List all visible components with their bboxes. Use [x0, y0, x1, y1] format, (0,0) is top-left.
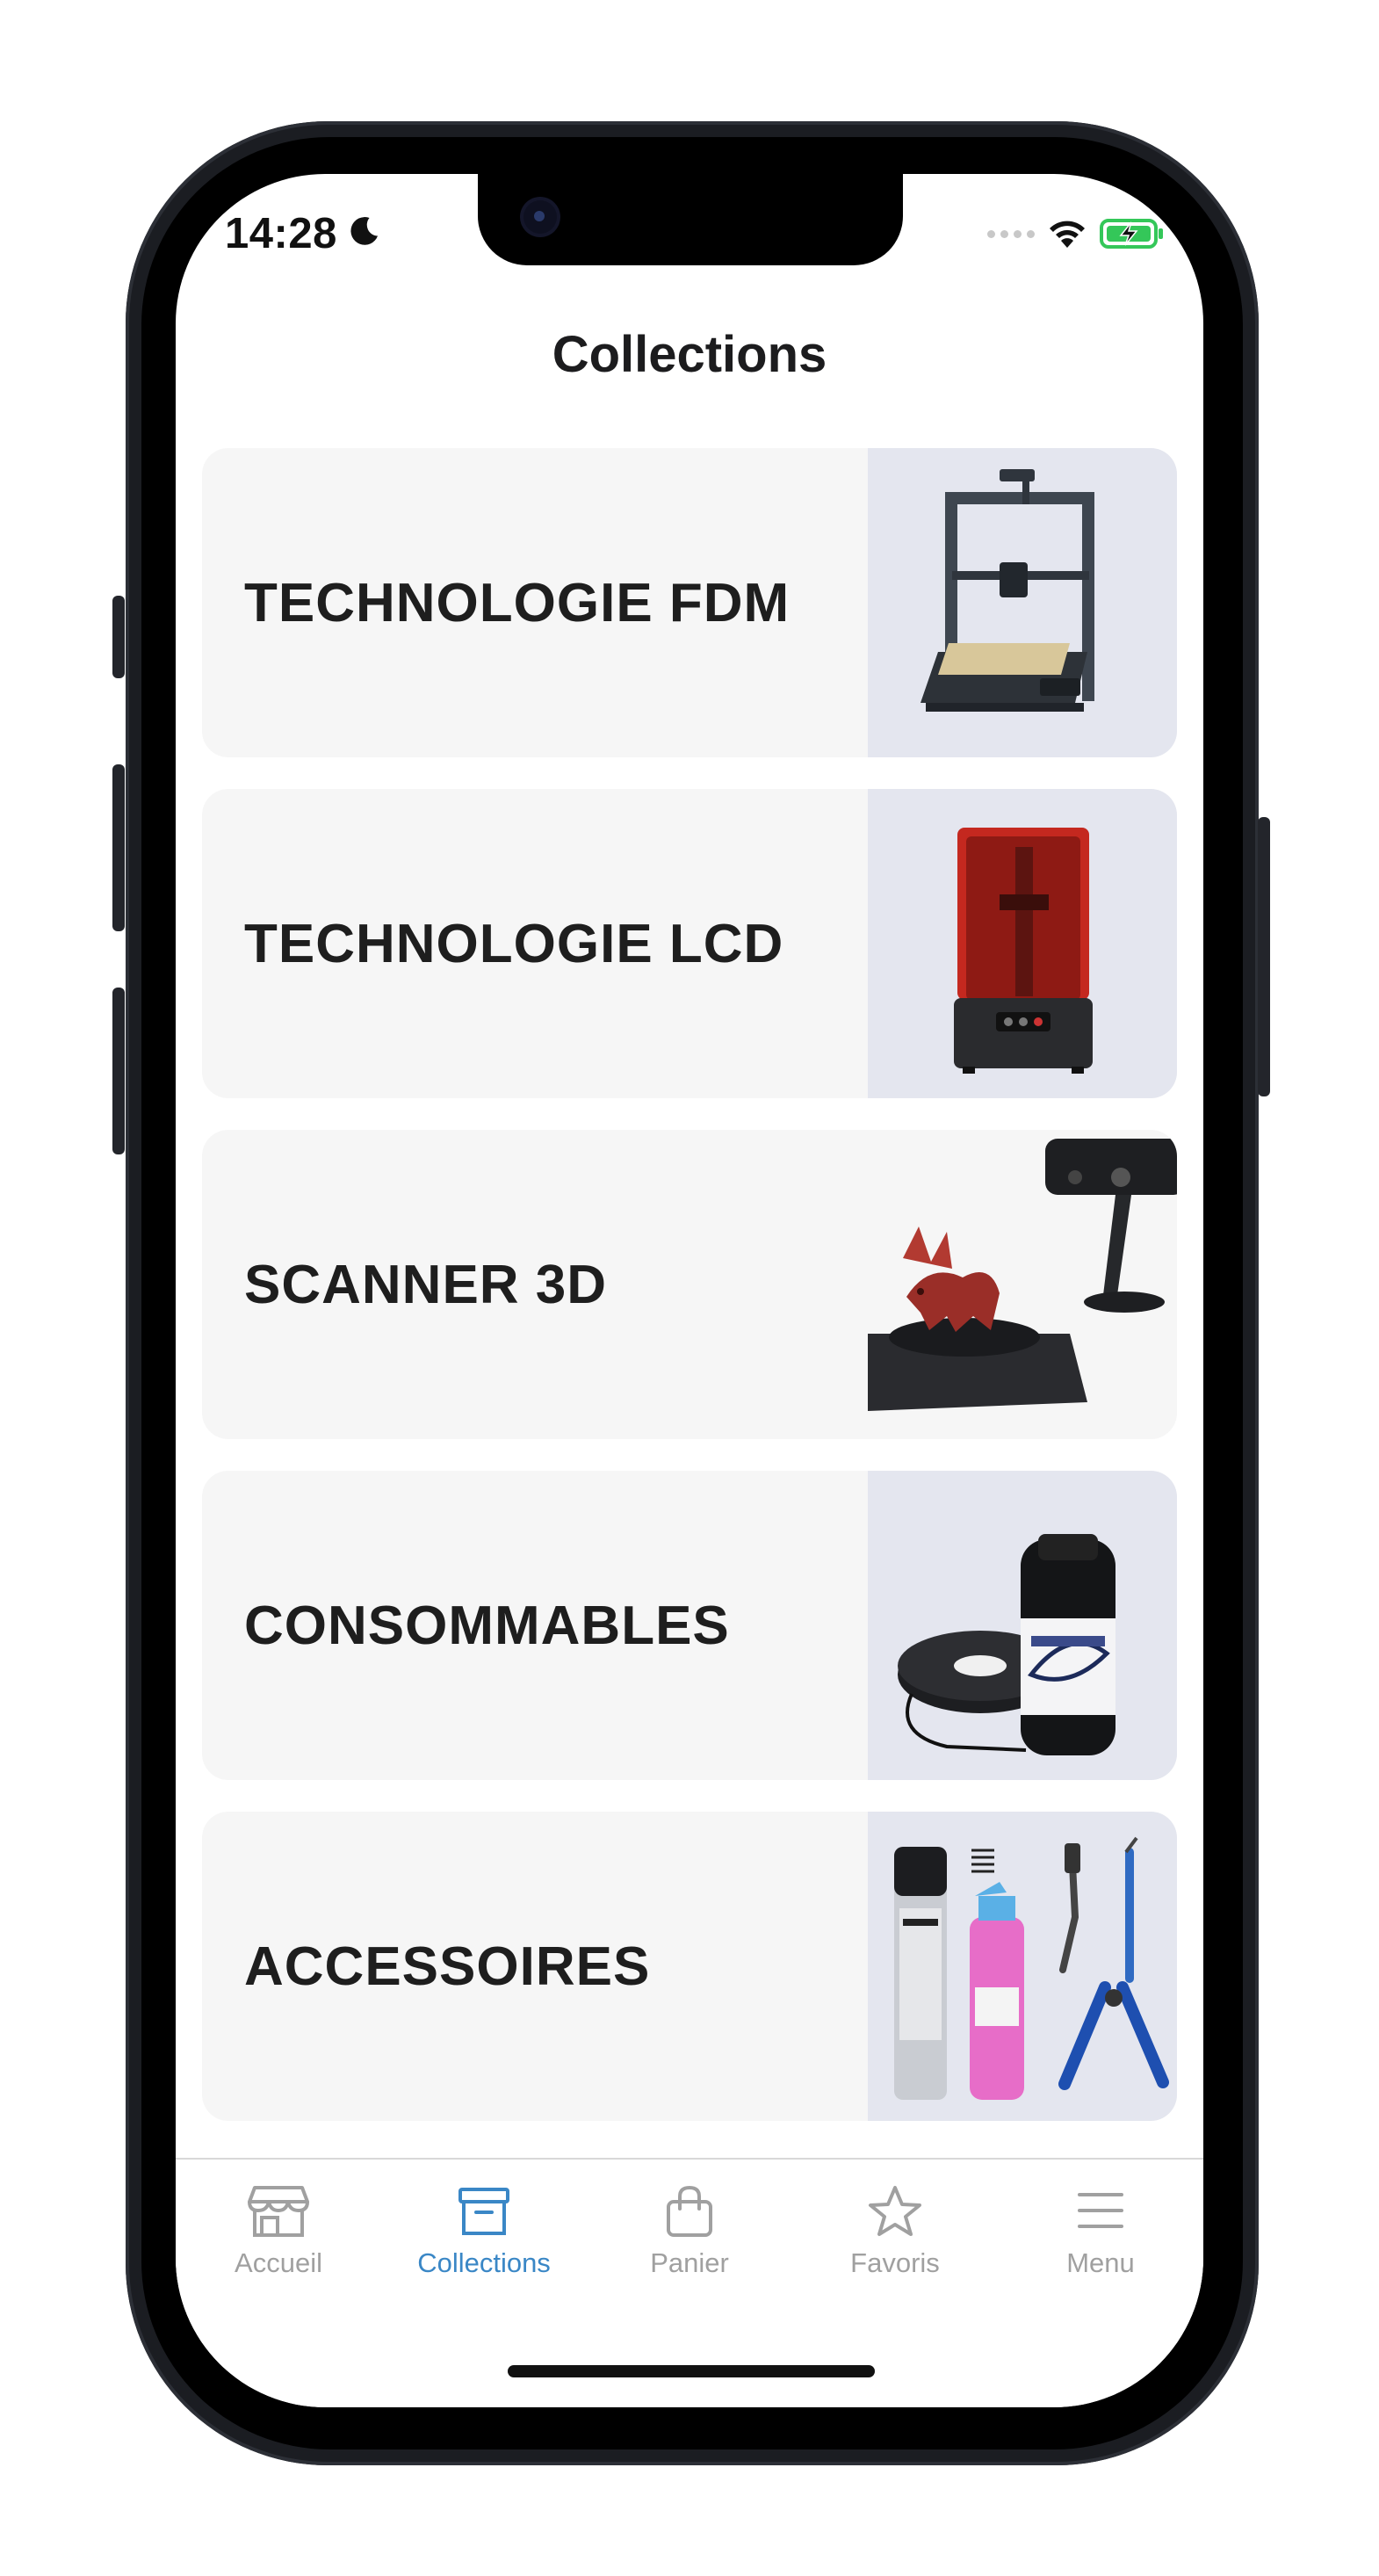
fdm-printer-image — [868, 448, 1177, 757]
battery-charging-icon — [1100, 219, 1163, 249]
archive-box-icon — [458, 2188, 509, 2235]
star-icon — [869, 2186, 921, 2236]
shopping-bag-icon — [667, 2185, 712, 2237]
collection-label: SCANNER 3D — [244, 1254, 608, 1315]
collection-label: CONSOMMABLES — [244, 1595, 730, 1656]
do-not-disturb-moon-icon — [350, 217, 379, 245]
tab-menu[interactable]: Menu — [998, 2184, 1203, 2279]
volume-up-button — [112, 764, 125, 931]
collection-card-consumables[interactable]: CONSOMMABLES — [202, 1471, 1177, 1780]
tab-accueil[interactable]: Accueil — [176, 2184, 381, 2279]
3d-scanner-image — [868, 1130, 1177, 1439]
app-screen: 14:28 Collections TECHNOLOGIE FDM TECHNO… — [176, 174, 1203, 2407]
status-icons — [987, 218, 1165, 250]
mute-switch — [112, 596, 125, 678]
front-camera — [523, 200, 557, 234]
tab-label: Favoris — [850, 2247, 940, 2278]
tab-label: Collections — [417, 2247, 551, 2278]
collection-card-accessories[interactable]: ACCESSOIRES — [202, 1812, 1177, 2121]
page-title: Collections — [552, 326, 827, 383]
hamburger-menu-icon — [1078, 2193, 1123, 2228]
tab-panier[interactable]: Panier — [587, 2184, 792, 2279]
tools-and-sprays-image — [868, 1812, 1177, 2121]
tab-label: Panier — [650, 2247, 729, 2278]
collection-card-lcd[interactable]: TECHNOLOGIE LCD — [202, 789, 1177, 1098]
collection-label: ACCESSOIRES — [244, 1936, 651, 1997]
collection-label: TECHNOLOGIE FDM — [244, 572, 791, 633]
cellular-signal-icon — [987, 229, 1035, 238]
lcd-resin-printer-image — [868, 789, 1177, 1098]
tab-collections[interactable]: Collections — [381, 2184, 587, 2279]
wifi-icon — [1050, 221, 1085, 248]
collection-label: TECHNOLOGIE LCD — [244, 913, 784, 974]
tab-label: Accueil — [235, 2247, 322, 2278]
collection-card-scanner[interactable]: SCANNER 3D — [202, 1130, 1177, 1439]
collection-card-fdm[interactable]: TECHNOLOGIE FDM — [202, 448, 1177, 757]
store-icon — [248, 2186, 309, 2237]
tab-favoris[interactable]: Favoris — [792, 2184, 998, 2279]
home-indicator — [508, 2365, 875, 2377]
power-button — [1258, 817, 1270, 1096]
status-time: 14:28 — [225, 210, 337, 257]
filament-and-resin-image — [868, 1471, 1177, 1780]
notch — [478, 174, 903, 265]
tab-label: Menu — [1066, 2247, 1135, 2278]
volume-down-button — [112, 988, 125, 1154]
